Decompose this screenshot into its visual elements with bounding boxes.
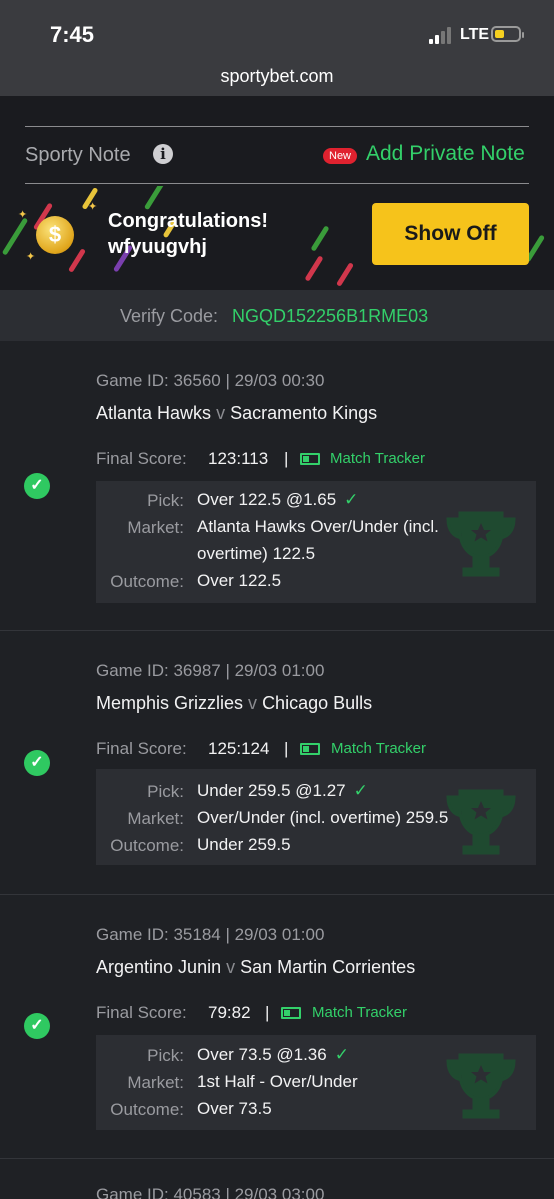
away-team: Chicago Bulls xyxy=(262,693,373,713)
congrats-title: Congratulations! xyxy=(108,210,268,232)
outcome-label: Outcome: xyxy=(110,1100,184,1119)
game-id: Game ID: 35184 | 29/03 01:00 xyxy=(96,925,325,944)
pick-value: Over 73.5 @1.36 ✓ xyxy=(197,1045,349,1064)
versus: v xyxy=(248,693,258,713)
check-icon: ✓ xyxy=(344,490,359,509)
verify-code-value[interactable]: NGQD152256B1RME03 xyxy=(232,306,428,327)
match-tracker-icon[interactable] xyxy=(300,453,320,465)
bet-details: Pick: Over 73.5 @1.36 ✓ Market: 1st Half … xyxy=(96,1035,536,1130)
star-icon: ✦ xyxy=(88,201,98,213)
check-circle-icon: ✓ xyxy=(24,1013,50,1039)
separator: | xyxy=(265,1003,270,1022)
match-tracker-link[interactable]: Match Tracker xyxy=(330,450,425,467)
pick-label: Pick: xyxy=(147,782,184,801)
match-tracker-icon[interactable] xyxy=(300,743,320,755)
outcome-value: Under 259.5 xyxy=(197,835,291,854)
pick-value: Under 259.5 @1.27 ✓ xyxy=(197,781,368,800)
check-icon: ✓ xyxy=(353,781,368,800)
sporty-note-label: Sporty Note xyxy=(25,144,131,166)
pick-label: Pick: xyxy=(147,1046,184,1065)
match-teams: Argentino Junin v San Martin Corrientes xyxy=(96,957,415,978)
show-off-button[interactable]: Show Off xyxy=(372,203,529,265)
home-team: Atlanta Hawks xyxy=(96,403,212,423)
final-score: 79:82 xyxy=(208,1003,251,1022)
final-score-label: Final Score: xyxy=(96,1003,187,1022)
versus: v xyxy=(226,957,236,977)
home-team: Argentino Junin xyxy=(96,957,222,977)
coin-icon: $ xyxy=(36,216,74,254)
divider-line xyxy=(25,183,529,184)
bet-details: Pick: Under 259.5 @1.27 ✓ Market: Over/Un… xyxy=(96,769,536,865)
network-label: LTE xyxy=(460,26,490,43)
match-tracker-link[interactable]: Match Tracker xyxy=(312,1004,407,1021)
separator: | xyxy=(284,449,289,468)
away-team: San Martin Corrientes xyxy=(240,957,416,977)
info-icon[interactable]: i xyxy=(153,144,173,164)
outcome-label: Outcome: xyxy=(110,836,184,855)
browser-url-bar[interactable]: sportybet.com xyxy=(0,62,554,96)
final-score: 125:124 xyxy=(208,739,270,758)
separator: | xyxy=(284,739,289,758)
match-teams: Memphis Grizzlies v Chicago Bulls xyxy=(96,693,372,714)
bet-item: Game ID: 36987 | 29/03 01:00 Memphis Gri… xyxy=(0,631,554,894)
bet-item: Game ID: 36560 | 29/03 00:30 Atlanta Haw… xyxy=(0,341,554,631)
match-tracker-icon[interactable] xyxy=(281,1007,301,1019)
versus: v xyxy=(216,403,226,423)
market-value: Over/Under (incl. overtime) 259.5 xyxy=(197,808,449,827)
game-id: Game ID: 36987 | 29/03 01:00 xyxy=(96,661,325,680)
battery-icon xyxy=(491,26,524,42)
market-label: Market: xyxy=(127,1073,184,1092)
market-label: Market: xyxy=(127,809,184,828)
market-label: Market: xyxy=(127,518,184,537)
market-value: Atlanta Hawks Over/Under (incl. overtime… xyxy=(197,517,439,563)
away-team: Sacramento Kings xyxy=(230,403,378,423)
check-circle-icon: ✓ xyxy=(24,750,50,776)
final-score: 123:113 xyxy=(208,449,269,468)
new-badge: New xyxy=(323,148,358,164)
pick-value: Over 122.5 @1.65 ✓ xyxy=(197,490,359,509)
star-icon: ✦ xyxy=(26,251,36,263)
status-time: 7:45 xyxy=(50,22,95,47)
check-circle-icon: ✓ xyxy=(24,473,50,499)
star-icon: ✦ xyxy=(18,209,28,221)
bet-item: Game ID: 40583 | 29/03 03:00 xyxy=(0,1159,554,1199)
verify-code-bar: Verify Code: NGQD152256B1RME03 xyxy=(0,290,554,341)
verify-code-label: Verify Code: xyxy=(120,306,219,326)
check-icon: ✓ xyxy=(334,1045,349,1064)
outcome-value: Over 122.5 xyxy=(197,571,282,590)
final-score-label: Final Score: xyxy=(96,739,187,758)
status-bar: 7:45 LTE xyxy=(0,0,554,62)
market-value: 1st Half - Over/Under xyxy=(197,1072,358,1091)
add-private-note-link[interactable]: Add Private Note xyxy=(366,142,525,166)
bet-details: Pick: Over 122.5 @1.65 ✓ Market: Atlanta … xyxy=(96,481,536,603)
url-text[interactable]: sportybet.com xyxy=(0,66,554,87)
match-tracker-link[interactable]: Match Tracker xyxy=(331,740,426,757)
username: wfyuugvhj xyxy=(108,236,207,258)
home-team: Memphis Grizzlies xyxy=(96,693,244,713)
game-id: Game ID: 40583 | 29/03 03:00 xyxy=(96,1185,325,1199)
game-id: Game ID: 36560 | 29/03 00:30 xyxy=(96,371,325,390)
pick-label: Pick: xyxy=(147,491,184,510)
bet-item: Game ID: 35184 | 29/03 01:00 Argentino J… xyxy=(0,895,554,1158)
outcome-value: Over 73.5 xyxy=(197,1099,272,1118)
divider-line xyxy=(25,126,529,127)
final-score-label: Final Score: xyxy=(96,449,187,468)
outcome-label: Outcome: xyxy=(110,572,184,591)
match-teams: Atlanta Hawks v Sacramento Kings xyxy=(96,403,377,424)
signal-icon xyxy=(429,26,455,44)
